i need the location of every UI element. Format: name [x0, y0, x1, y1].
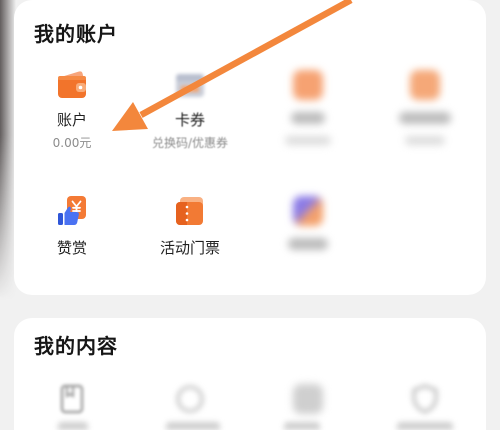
event-tickets-label: 活动门票	[159, 239, 220, 257]
account-item-wallet[interactable]: 账户 0.00元	[17, 68, 127, 151]
circle-icon	[176, 385, 204, 413]
wallet-label: 账户	[56, 111, 87, 129]
appreciation-label: 赞赏	[56, 239, 87, 257]
shield-icon	[412, 384, 438, 414]
blurred-icon	[293, 196, 323, 226]
content-item-4[interactable]	[370, 382, 480, 416]
blurred-label	[288, 238, 328, 250]
blurred-label	[166, 422, 220, 430]
wallet-balance: 0.00元	[52, 136, 92, 150]
blurred-sublabel	[285, 136, 331, 145]
account-item-blurred-3[interactable]	[253, 194, 363, 250]
content-item-2[interactable]	[135, 382, 245, 416]
account-item-appreciation[interactable]: 赞赏	[17, 194, 127, 258]
account-item-blurred-1[interactable]	[253, 68, 363, 145]
my-account-title: 我的账户	[34, 22, 118, 46]
blurred-sublabel	[405, 136, 445, 145]
coupon-icon	[176, 74, 204, 97]
blurred-icon	[410, 70, 440, 100]
account-item-event-tickets[interactable]: 活动门票	[135, 194, 245, 258]
my-account-card: 我的账户 账户 0.00元 卡券 兑换码/优惠券 赞赏 活动门票	[14, 0, 486, 295]
blurred-label	[399, 112, 451, 124]
app-screen: 我的账户 账户 0.00元 卡券 兑换码/优惠券 赞赏 活动门票 我的内容	[0, 0, 500, 430]
blurred-icon	[293, 70, 323, 100]
account-item-coupons[interactable]: 卡券 兑换码/优惠券	[135, 68, 245, 151]
account-item-blurred-2[interactable]	[370, 68, 480, 145]
content-item-3[interactable]	[253, 382, 363, 414]
coupons-sublabel: 兑换码/优惠券	[151, 136, 229, 150]
blurred-label	[397, 422, 453, 430]
appreciation-icon	[58, 196, 86, 225]
coupons-label: 卡券	[174, 111, 205, 129]
wallet-icon	[58, 71, 86, 98]
my-content-title: 我的内容	[34, 334, 118, 358]
ticket-icon	[176, 197, 203, 225]
content-item-1[interactable]	[17, 382, 127, 416]
bookmark-icon	[60, 384, 84, 414]
blurred-label	[291, 112, 325, 124]
blurred-label	[284, 422, 320, 430]
my-content-card: 我的内容	[14, 318, 486, 430]
blurred-icon	[293, 384, 323, 414]
blurred-label	[58, 422, 88, 430]
